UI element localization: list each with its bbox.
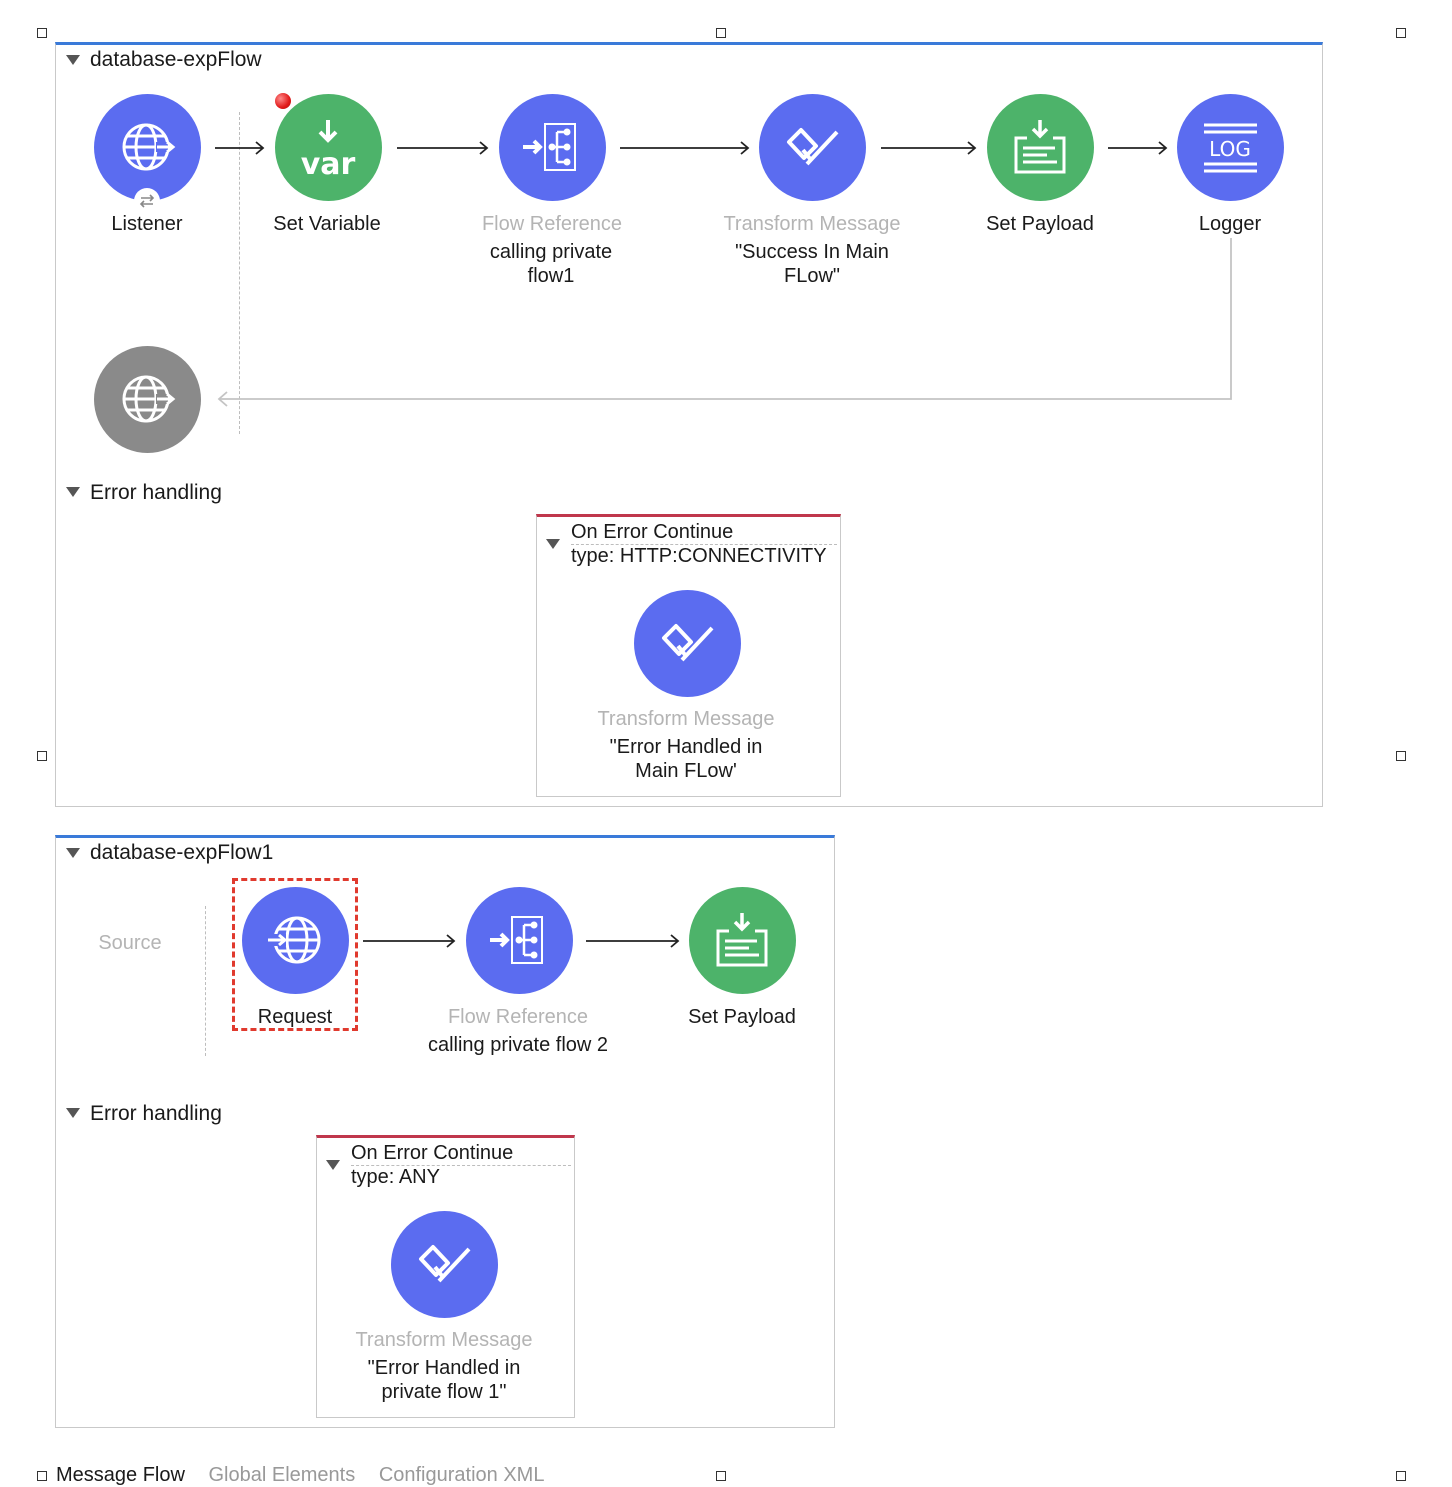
- resize-handle-middle-right[interactable]: [1396, 751, 1406, 761]
- flow-reference-node[interactable]: [499, 94, 606, 201]
- flow-reference-icon: [490, 916, 543, 964]
- error-handler-title: On Error Continue: [571, 521, 734, 543]
- globe-arrow-icon: [122, 123, 176, 171]
- exchange-pattern-icon: [134, 188, 160, 214]
- listener-node[interactable]: [94, 94, 201, 201]
- globe-request-icon: [268, 916, 321, 964]
- resize-handle-top-left[interactable]: [37, 28, 47, 38]
- globe-arrow-icon: [122, 375, 176, 423]
- flow-title[interactable]: database-expFlow: [90, 48, 262, 72]
- log-icon: LOG: [1204, 123, 1257, 173]
- collapse-triangle-icon[interactable]: [66, 55, 80, 65]
- set-payload-icon: [1014, 120, 1066, 174]
- node-label: "Error Handled in Main FLow': [609, 736, 763, 782]
- resize-handle-top-center[interactable]: [716, 28, 726, 38]
- connector-arrow: [215, 141, 265, 155]
- node-type-label: Flow Reference: [481, 213, 623, 235]
- node-type-label: Transform Message: [597, 708, 775, 730]
- flow-title[interactable]: database-expFlow1: [90, 841, 273, 865]
- tab-message-flow[interactable]: Message Flow: [56, 1464, 185, 1486]
- transform-message-node[interactable]: [759, 94, 866, 201]
- resize-handle-middle-left[interactable]: [37, 751, 47, 761]
- svg-text:LOG: LOG: [1209, 137, 1251, 161]
- collapse-triangle-icon[interactable]: [66, 1108, 80, 1118]
- node-label: Listener: [111, 213, 183, 235]
- connector-arrow: [881, 141, 977, 155]
- tab-configuration-xml[interactable]: Configuration XML: [379, 1464, 545, 1486]
- source-placeholder-label: Source: [98, 932, 162, 954]
- tab-global-elements[interactable]: Global Elements: [209, 1464, 356, 1486]
- node-label: calling private flow 2: [427, 1034, 609, 1056]
- set-variable-node[interactable]: var: [275, 94, 382, 201]
- connector-arrow: [586, 934, 680, 948]
- error-type-label: type: HTTP:CONNECTIVITY: [571, 545, 827, 567]
- collapse-triangle-icon[interactable]: [326, 1160, 340, 1170]
- node-label: Set Payload: [688, 1006, 796, 1028]
- set-payload-node[interactable]: [987, 94, 1094, 201]
- request-node[interactable]: [242, 887, 349, 994]
- node-label: "Error Handled in private flow 1": [367, 1357, 521, 1403]
- error-handling-title[interactable]: Error handling: [90, 1102, 222, 1126]
- node-type-label: Transform Message: [355, 1329, 533, 1351]
- connector-arrow: [363, 934, 456, 948]
- var-icon: var: [301, 120, 356, 182]
- transform-message-node[interactable]: [391, 1211, 498, 1318]
- response-return-path: [217, 238, 1232, 407]
- error-handler-title: On Error Continue: [351, 1142, 514, 1164]
- resize-handle-bottom-left[interactable]: [37, 1471, 47, 1481]
- logger-node[interactable]: LOG: [1177, 94, 1284, 201]
- error-type-label: type: ANY: [351, 1166, 440, 1188]
- node-label: Logger: [1198, 213, 1262, 235]
- set-payload-icon: [716, 913, 768, 967]
- collapse-triangle-icon[interactable]: [546, 539, 560, 549]
- resize-handle-bottom-center[interactable]: [716, 1471, 726, 1481]
- error-handling-title[interactable]: Error handling: [90, 481, 222, 505]
- source-divider: [205, 906, 206, 1056]
- dataweave-icon: [662, 624, 714, 662]
- flow-reference-node[interactable]: [466, 887, 573, 994]
- flow-reference-icon: [523, 123, 576, 171]
- connector-arrow: [620, 141, 750, 155]
- collapse-triangle-icon[interactable]: [66, 848, 80, 858]
- set-payload-node[interactable]: [689, 887, 796, 994]
- connector-arrow: [397, 141, 489, 155]
- collapse-triangle-icon[interactable]: [66, 487, 80, 497]
- node-label: Set Payload: [986, 213, 1094, 235]
- svg-text:var: var: [301, 147, 356, 182]
- node-type-label: Flow Reference: [447, 1006, 589, 1028]
- resize-handle-top-right[interactable]: [1396, 28, 1406, 38]
- resize-handle-bottom-right[interactable]: [1396, 1471, 1406, 1481]
- connector-arrow: [1108, 141, 1168, 155]
- dataweave-icon: [787, 128, 839, 166]
- node-label: Request: [257, 1006, 333, 1028]
- node-type-label: Transform Message: [723, 213, 901, 235]
- dataweave-icon: [419, 1245, 471, 1283]
- transform-message-node[interactable]: [634, 590, 741, 697]
- listener-response-node[interactable]: [94, 346, 201, 453]
- node-label: Set Variable: [273, 213, 381, 235]
